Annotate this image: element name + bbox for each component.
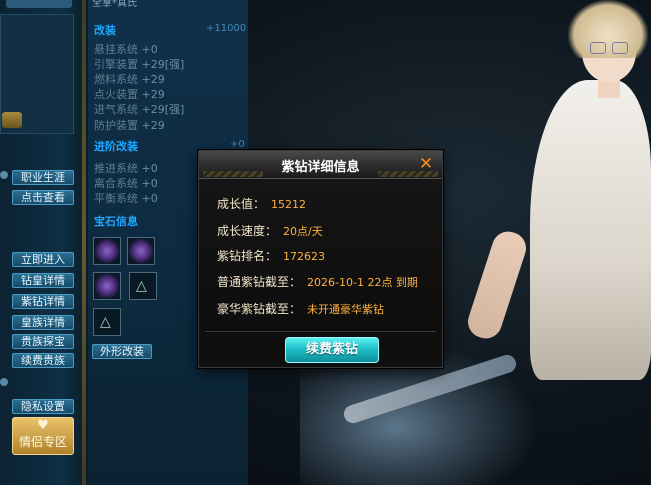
purple-diamond-details-button[interactable]: 紫钻详情: [12, 294, 74, 309]
heart-icon: ♥: [37, 418, 49, 433]
privacy-settings-button[interactable]: 隐私设置: [12, 399, 74, 414]
attr-value: +29: [141, 119, 165, 132]
info-value: 15212: [271, 198, 307, 211]
attr-row: 进气系统 +29[强]: [94, 101, 184, 117]
game-scene: 职业生涯 点击查看 立即进入 钻皇详情 紫钻详情 皇族详情 贵族探宝 续费贵族 …: [0, 0, 651, 485]
info-label: 成长值：: [217, 197, 266, 211]
info-label: 普通紫钻截至：: [217, 275, 302, 289]
attr-name: 平衡系统: [94, 192, 138, 205]
dialog-header: 紫钻详细信息 ✕: [199, 151, 442, 179]
modify-total: +11000: [206, 23, 247, 34]
attr-name: 悬挂系统: [94, 43, 138, 56]
advanced-section-title: 进阶改装: [94, 140, 138, 153]
growth-value-row: 成长值： 15212: [217, 193, 306, 212]
attr-row: 燃料系统 +29: [94, 71, 165, 87]
info-label: 成长速度：: [217, 224, 278, 238]
info-value: 172623: [283, 250, 326, 263]
attr-value: +29[强]: [141, 103, 185, 116]
career-button[interactable]: 职业生涯: [12, 170, 74, 185]
purple-diamond-dialog: 紫钻详细信息 ✕ 成长值： 15212 成长速度： 20点/天 紫钻排名： 17262…: [198, 150, 443, 368]
attr-row: 引擎装置 +29[强]: [94, 56, 184, 72]
renew-purple-diamond-button[interactable]: 续费紫钻: [285, 337, 379, 363]
character-suit: [530, 80, 651, 380]
growth-speed-row: 成长速度： 20点/天: [217, 220, 323, 239]
royal-details-button[interactable]: 皇族详情: [12, 315, 74, 330]
attr-value: +0: [141, 177, 158, 190]
enter-now-button[interactable]: 立即进入: [12, 252, 74, 267]
attr-row: 离合系统 +0: [94, 175, 158, 191]
attr-name: 防护装置: [94, 119, 138, 132]
empty-gem-slot-icon[interactable]: △: [93, 308, 121, 336]
couple-zone-button[interactable]: ♥ 情侣专区: [12, 417, 74, 455]
renew-noble-button[interactable]: 续费贵族: [12, 353, 74, 368]
normal-expiry-row: 普通紫钻截至： 2026-10-1 22点 到期: [217, 271, 418, 290]
attr-value: +29: [141, 88, 165, 101]
side-marker-icon: [0, 171, 8, 179]
noble-treasure-button[interactable]: 贵族探宝: [12, 334, 74, 349]
attr-value: +0: [141, 162, 158, 175]
character-hair: [568, 0, 648, 58]
dialog-title: 紫钻详细信息: [281, 160, 360, 175]
side-marker-icon: [0, 378, 8, 386]
attr-name: 进气系统: [94, 103, 138, 116]
attr-name: 燃料系统: [94, 73, 138, 86]
attr-value: +0: [141, 192, 158, 205]
attr-value: +29: [141, 73, 165, 86]
gems-section-title: 宝石信息: [94, 215, 138, 228]
attr-row: 点火装置 +29: [94, 86, 165, 102]
view-button[interactable]: 点击查看: [12, 190, 74, 205]
info-value: 2026-10-1 22点 到期: [307, 276, 418, 289]
info-label: 豪华紫钻截至：: [217, 302, 302, 316]
gem-slot-icon[interactable]: [93, 272, 121, 300]
luxury-expiry-row: 豪华紫钻截至： 未开通豪华紫钻: [217, 298, 384, 317]
attr-value: +0: [141, 43, 158, 56]
vip-icon: [2, 112, 22, 128]
attr-name: 推进系统: [94, 162, 138, 175]
glasses-icon: [590, 42, 606, 54]
rank-row: 紫钻排名： 172623: [217, 245, 325, 264]
glasses-icon: [612, 42, 628, 54]
info-value: 20点/天: [283, 225, 323, 238]
advanced-total: +0: [230, 139, 245, 150]
gold-border: [82, 0, 86, 485]
couple-zone-label: 情侣专区: [18, 435, 67, 449]
attr-name: 点火装置: [94, 88, 138, 101]
attr-row: 防护装置 +29: [94, 117, 165, 133]
attr-row: 平衡系统 +0: [94, 190, 158, 206]
triangle-icon: △: [100, 314, 111, 330]
modify-section-title: 改装: [94, 24, 116, 37]
left-sidebar: 职业生涯 点击查看 立即进入 钻皇详情 紫钻详情 皇族详情 贵族探宝 续费贵族 …: [0, 0, 88, 485]
triangle-icon: △: [136, 278, 147, 294]
character-avatar: [463, 0, 651, 485]
top-tab[interactable]: [6, 0, 72, 8]
attr-name: 引擎装置: [94, 58, 138, 71]
empty-gem-slot-icon[interactable]: △: [129, 272, 157, 300]
attr-name: 离合系统: [94, 177, 138, 190]
character-arm: [463, 227, 531, 343]
diamond-king-details-button[interactable]: 钻皇详情: [12, 273, 74, 288]
attr-row: 悬挂系统 +0: [94, 41, 158, 57]
dialog-body: 成长值： 15212 成长速度： 20点/天 紫钻排名： 172623 普通紫钻截至：…: [199, 179, 442, 331]
attr-value: +29[强]: [141, 58, 185, 71]
close-icon[interactable]: ✕: [417, 155, 435, 173]
attr-row: 推进系统 +0: [94, 160, 158, 176]
info-value: 未开通豪华紫钻: [307, 303, 385, 316]
panel-top-text: 全掌*真氏: [92, 0, 137, 8]
gem-slot-icon[interactable]: [127, 237, 155, 265]
appearance-modify-button[interactable]: 外形改装: [92, 344, 152, 359]
dialog-divider: [205, 331, 436, 332]
gem-slot-icon[interactable]: [93, 237, 121, 265]
info-label: 紫钻排名：: [217, 249, 278, 263]
